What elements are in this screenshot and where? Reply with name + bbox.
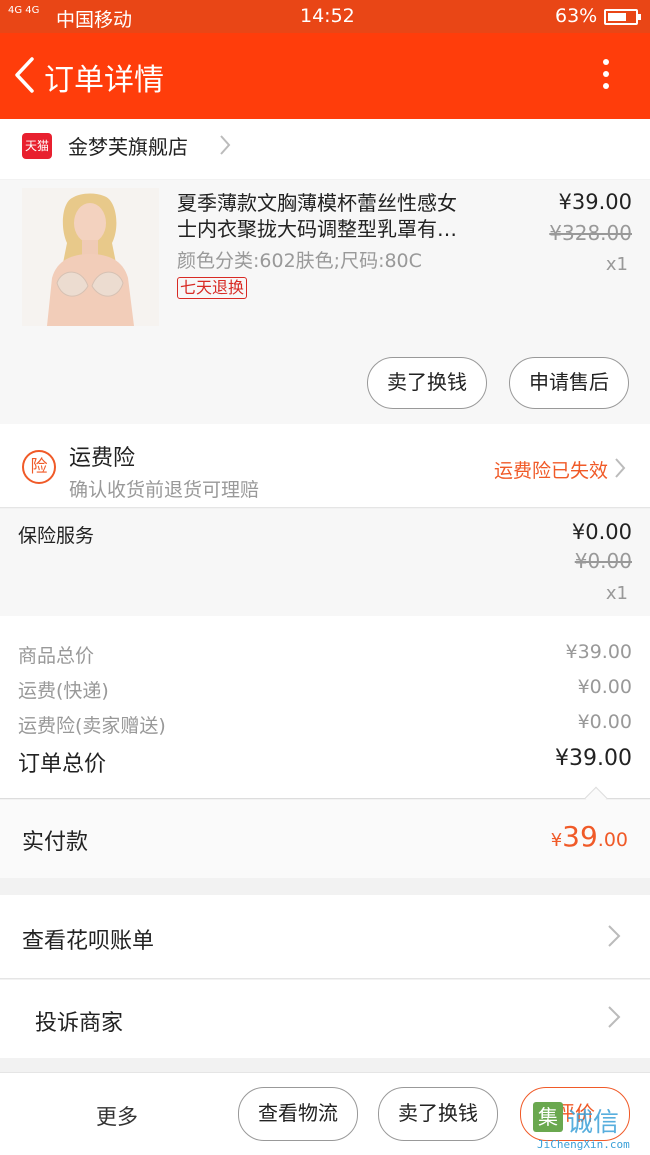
summary-row: 运费险(卖家赠送) ¥0.00	[18, 711, 632, 741]
summary-label: 运费(快递)	[18, 680, 109, 702]
back-icon[interactable]	[12, 55, 38, 95]
paid-label: 实付款	[22, 830, 89, 855]
product-spec: 颜色分类:602肤色;尺码:80C	[177, 250, 422, 272]
service-quantity: x1	[605, 583, 628, 604]
service-label: 保险服务	[18, 525, 95, 547]
paid-amount: ¥39.00	[551, 820, 628, 853]
insurance-icon: 险	[22, 450, 56, 484]
chevron-right-icon	[613, 456, 627, 484]
insurance-status: 运费险已失效	[493, 460, 608, 482]
summary-label: 运费险(卖家赠送)	[18, 715, 166, 737]
chevron-right-icon	[606, 923, 622, 953]
product-title-line1: 夏季薄款文胸薄模杯蕾丝性感女	[177, 191, 457, 215]
summary-value: ¥39.00	[565, 641, 632, 663]
product-quantity: x1	[605, 254, 628, 275]
carrier-name: 中国移动	[56, 9, 133, 31]
chevron-right-icon	[218, 133, 232, 161]
insurance-service-row: 保险服务 ¥0.00 ¥0.00 x1	[0, 509, 650, 616]
complain-merchant-item[interactable]: 投诉商家	[0, 980, 650, 1058]
paid-amount-row: 实付款 ¥39.00	[0, 800, 650, 878]
clock: 14:52	[300, 5, 355, 27]
summary-row: 运费(快递) ¥0.00	[18, 676, 632, 706]
huabei-bill-label: 查看花呗账单	[22, 929, 155, 954]
view-logistics-button[interactable]: 查看物流	[238, 1087, 358, 1141]
product-image[interactable]	[22, 188, 159, 326]
tmall-logo-icon: 天猫	[22, 133, 52, 159]
summary-label: 商品总价	[18, 645, 95, 667]
sell-button[interactable]: 卖了换钱	[367, 357, 487, 409]
more-options-icon[interactable]	[596, 55, 616, 95]
watermark-logo: 集 诚信 JiChengXin.com	[533, 1098, 648, 1152]
watermark-url: JiChengXin.com	[537, 1138, 630, 1151]
service-original-price: ¥0.00	[574, 549, 632, 573]
product-title[interactable]: 夏季薄款文胸薄模杯蕾丝性感女 士内衣聚拢大码调整型乳罩有…	[177, 190, 495, 242]
paid-decimal: .00	[597, 829, 628, 851]
summary-value: ¥0.00	[577, 676, 632, 698]
signal-icon: 4G 4G	[8, 5, 40, 16]
price-summary: 商品总价 ¥39.00 运费(快递) ¥0.00 运费险(卖家赠送) ¥0.00…	[0, 616, 650, 810]
shipping-insurance-row[interactable]: 险 运费险 确认收货前退货可理赔 运费险已失效	[0, 424, 650, 508]
status-bar: 4G 4G 中国移动 14:52 63%	[0, 0, 650, 33]
watermark-text: 诚信	[567, 1108, 620, 1138]
paid-integer: 39	[562, 820, 598, 853]
product-original-price: ¥328.00	[549, 221, 632, 245]
product-price: ¥39.00	[558, 190, 632, 214]
order-total-row: 订单总价 ¥39.00	[18, 746, 632, 777]
product-title-line2: 士内衣聚拢大码调整型乳罩有…	[177, 217, 457, 241]
page-title: 订单详情	[44, 63, 164, 98]
service-price: ¥0.00	[571, 520, 632, 544]
battery-percent: 63%	[555, 5, 598, 27]
sell-button[interactable]: 卖了换钱	[378, 1087, 498, 1141]
more-link[interactable]: 更多	[96, 1101, 138, 1131]
insurance-description: 确认收货前退货可理赔	[69, 479, 260, 501]
return-badge: 七天退换	[177, 277, 248, 299]
battery-icon	[604, 9, 641, 25]
chevron-right-icon	[606, 1004, 622, 1034]
summary-value: ¥0.00	[577, 711, 632, 733]
order-total-label: 订单总价	[18, 752, 107, 777]
huabei-bill-item[interactable]: 查看花呗账单	[0, 895, 650, 979]
after-sale-button[interactable]: 申请售后	[509, 357, 629, 409]
top-nav-bar: 订单详情	[0, 33, 650, 119]
shop-name: 金梦芙旗舰店	[68, 135, 188, 159]
product-card: 夏季薄款文胸薄模杯蕾丝性感女 士内衣聚拢大码调整型乳罩有… 颜色分类:602肤色…	[0, 180, 650, 424]
watermark-mark: 集	[533, 1102, 563, 1132]
summary-row: 商品总价 ¥39.00	[18, 641, 632, 671]
insurance-label: 运费险	[69, 446, 136, 471]
currency-symbol: ¥	[550, 830, 563, 851]
order-total-value: ¥39.00	[555, 746, 632, 771]
complain-merchant-label: 投诉商家	[35, 1011, 124, 1036]
shop-row[interactable]: 天猫 金梦芙旗舰店	[0, 119, 650, 179]
